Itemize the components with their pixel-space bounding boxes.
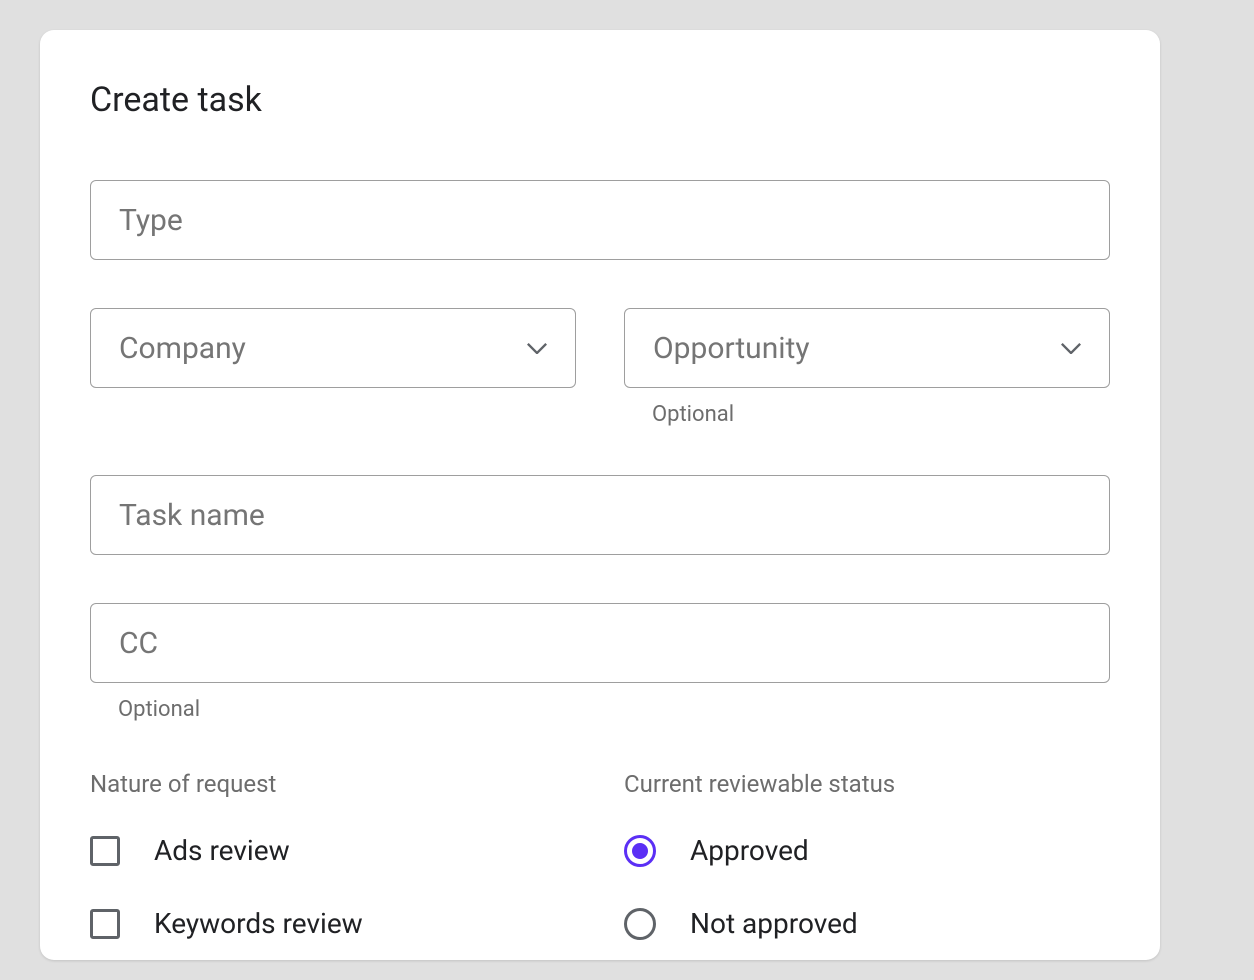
radio-icon — [624, 908, 656, 940]
cc-helper: Optional — [118, 697, 1110, 722]
chevron-down-icon — [1061, 342, 1081, 354]
radio-approved[interactable]: Approved — [624, 834, 1110, 867]
reviewable-status-label: Current reviewable status — [624, 770, 1110, 798]
company-field: Company — [90, 308, 576, 427]
option-label: Ads review — [154, 834, 290, 867]
option-label: Keywords review — [154, 907, 363, 940]
checkbox-icon — [90, 909, 120, 939]
reviewable-status-group: Current reviewable status Approved Not a… — [624, 770, 1110, 980]
opportunity-select[interactable]: Opportunity — [624, 308, 1110, 388]
checkbox-ads-review[interactable]: Ads review — [90, 834, 576, 867]
card-title: Create task — [90, 80, 1110, 120]
task-name-label: Task name — [119, 498, 1081, 533]
radio-icon — [624, 835, 656, 867]
task-name-field: Task name — [90, 475, 1110, 555]
cc-field: CC Optional — [90, 603, 1110, 722]
chevron-down-icon — [527, 342, 547, 354]
checkbox-keywords-review[interactable]: Keywords review — [90, 907, 576, 940]
type-input[interactable]: Type — [90, 180, 1110, 260]
option-label: Approved — [690, 834, 809, 867]
opportunity-helper: Optional — [652, 402, 1110, 427]
type-label: Type — [119, 203, 1081, 238]
task-name-input[interactable]: Task name — [90, 475, 1110, 555]
nature-of-request-group: Nature of request Ads review Keywords re… — [90, 770, 576, 980]
opportunity-label: Opportunity — [653, 331, 1061, 366]
opportunity-field: Opportunity Optional — [624, 308, 1110, 427]
radio-not-approved[interactable]: Not approved — [624, 907, 1110, 940]
create-task-card: Create task Type Company Opportunity — [40, 30, 1160, 960]
nature-of-request-label: Nature of request — [90, 770, 576, 798]
type-field: Type — [90, 180, 1110, 260]
option-label: Not approved — [690, 907, 858, 940]
company-label: Company — [119, 331, 527, 366]
cc-label: CC — [119, 626, 1081, 661]
checkbox-icon — [90, 836, 120, 866]
cc-input[interactable]: CC — [90, 603, 1110, 683]
company-select[interactable]: Company — [90, 308, 576, 388]
